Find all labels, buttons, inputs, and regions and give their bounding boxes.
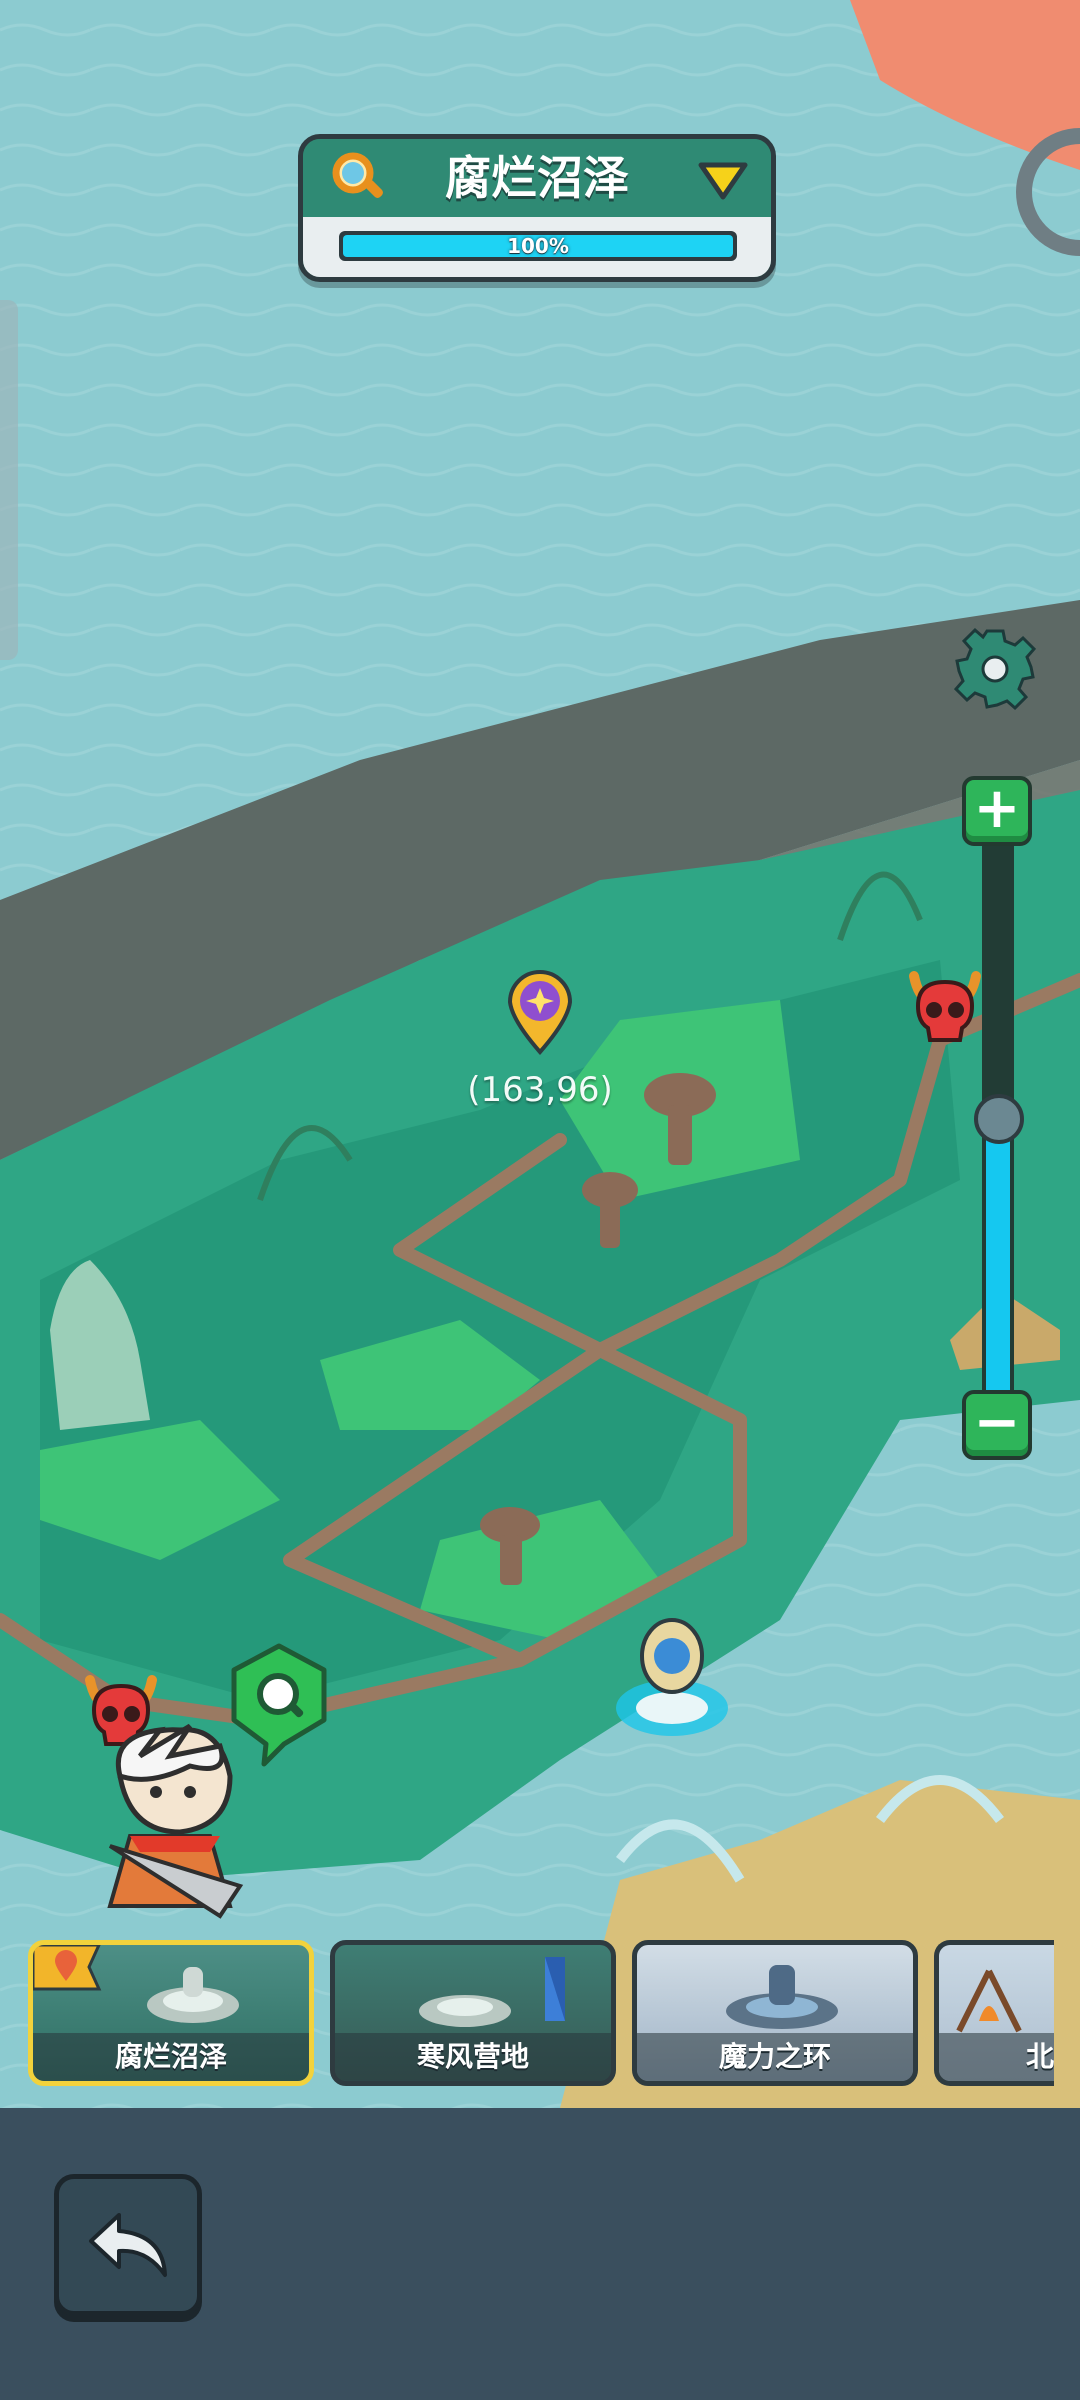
map-coordinates-label: (163,96) <box>467 1070 613 1110</box>
region-name: 腐烂沼泽 <box>33 2033 309 2081</box>
area-progress-text: 100% <box>507 234 569 258</box>
region-name: 寒风营地 <box>335 2033 611 2081</box>
region-card-magic-ring[interactable]: 魔力之环 <box>632 1940 918 2086</box>
region-name: 魔力之环 <box>637 2033 913 2081</box>
undo-arrow-icon <box>89 2213 167 2277</box>
back-button[interactable] <box>54 2174 202 2316</box>
region-card-cold-wind-camp[interactable]: 寒风营地 <box>330 1940 616 2086</box>
plus-icon: + <box>973 776 1021 841</box>
portal-platform-image <box>147 1967 239 2023</box>
zoom-out-button[interactable]: − <box>962 1390 1032 1460</box>
zoom-in-button[interactable]: + <box>962 776 1032 846</box>
side-edge-panel <box>0 300 18 660</box>
triangle-down-icon[interactable] <box>697 161 749 201</box>
area-header[interactable]: 腐烂沼泽 100% <box>298 134 776 282</box>
campfire-image <box>956 1969 1022 2033</box>
map-pin-icon[interactable] <box>504 966 576 1056</box>
region-card-north[interactable]: 北 <box>934 1940 1054 2086</box>
region-card-rotten-swamp[interactable]: 腐烂沼泽 <box>28 1940 314 2086</box>
map-pin-flag-icon <box>33 1945 102 1991</box>
zoom-slider-handle[interactable] <box>974 1094 1024 1144</box>
hero-character[interactable] <box>70 1716 270 1926</box>
minus-icon: − <box>973 1390 1021 1455</box>
zoom-slider-fill <box>986 1118 1010 1396</box>
region-name: 北 <box>939 2033 1054 2081</box>
gear-icon[interactable] <box>952 626 1038 712</box>
area-progress-bar: 100% <box>339 231 737 261</box>
red-demon-skull-icon[interactable] <box>904 966 986 1048</box>
magic-ring-image <box>726 1965 838 2029</box>
teleport-portal-icon[interactable] <box>610 1616 734 1740</box>
camp-image <box>419 1957 565 2027</box>
